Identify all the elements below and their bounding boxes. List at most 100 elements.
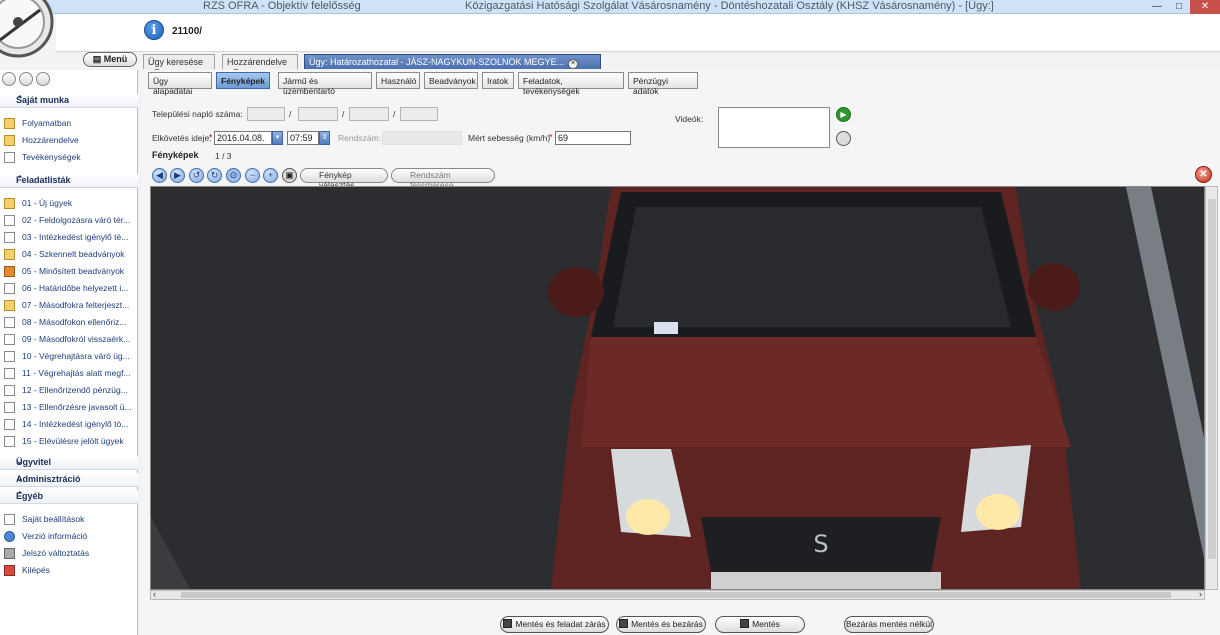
task-list-item[interactable]: 07 - Másodfokra felterjeszt... [4, 300, 136, 314]
close-without-saving-button[interactable]: Bezárás mentés nélkül [844, 616, 934, 633]
scroll-right-icon[interactable]: › [1199, 589, 1202, 599]
sidebar-item-version[interactable]: Verzió információ [4, 531, 136, 545]
info-icon[interactable]: i [144, 20, 164, 40]
next-photo-icon[interactable]: ▶ [170, 168, 185, 183]
folder-icon [4, 118, 15, 130]
vertical-scrollbar[interactable] [1205, 186, 1218, 590]
sidebar-item-assigned[interactable]: Hozzárendelve [4, 135, 136, 149]
tab-case-search[interactable]: Ügy keresése✕ [143, 54, 215, 79]
close-window-button[interactable]: ✕ [1190, 0, 1220, 14]
section-administration-flow[interactable]: Ügyvitel ⌄ [0, 456, 138, 470]
tab-submissions[interactable]: Beadványok [424, 72, 478, 89]
folder-icon [4, 198, 15, 210]
task-list-item[interactable]: 12 - Ellenőrizendő pénzüg... [4, 385, 136, 399]
previous-photo-icon[interactable]: ◀ [152, 168, 167, 183]
section-own-work[interactable]: Saját munka ⌃ [0, 94, 138, 108]
chevron-down-icon: ⌄ [16, 456, 24, 466]
sidebar-item-password[interactable]: Jelszó változtatás [4, 548, 136, 562]
scrollbar-thumb[interactable] [181, 592, 1171, 598]
sidebar-item-label: Hozzárendelve [22, 135, 79, 145]
save-video-icon[interactable] [836, 131, 851, 146]
task-list-item[interactable]: 14 - Intézkedést igénylő tö... [4, 419, 136, 433]
task-list-item[interactable]: 06 - Határidőbe helyezett i... [4, 283, 136, 297]
help-icon [4, 531, 15, 543]
back-icon[interactable] [2, 72, 16, 86]
sidebar-item-settings[interactable]: Saját beállítások [4, 514, 136, 528]
tab-photos[interactable]: Fényképek [216, 72, 270, 89]
time-spinner-icon[interactable]: ⇕ [319, 131, 330, 145]
calendar-dropdown-icon[interactable]: ▾ [272, 131, 283, 145]
task-list-item[interactable]: 01 - Új ügyek [4, 198, 136, 212]
minimize-button[interactable]: — [1146, 0, 1168, 14]
log-number-field-1[interactable] [247, 107, 285, 121]
tab-assigned[interactable]: Hozzárendelve✕ [222, 54, 298, 79]
plate-label: Rendszám: [338, 133, 381, 143]
tab-basic-data[interactable]: Ügy alapadatai [148, 72, 212, 96]
zoom-out-icon[interactable]: − [245, 168, 260, 183]
horizontal-scrollbar[interactable]: ‹ › [150, 589, 1205, 600]
task-list-item[interactable]: 03 - Intézkedést igénylő té... [4, 232, 136, 246]
recognize-plate-button[interactable]: Rendszám felismerése [391, 168, 495, 190]
tab-vehicle[interactable]: Jármű és üzembentartó [278, 72, 372, 96]
plate-field[interactable] [382, 131, 462, 145]
task-list-item[interactable]: 11 - Végrehajtás alatt megf... [4, 368, 136, 382]
task-list-label: 11 - Végrehajtás alatt megf... [22, 368, 131, 378]
date-field[interactable]: 2016.04.08. [214, 131, 272, 145]
video-list[interactable] [718, 107, 830, 148]
button-label: Bezárás mentés nélkül [846, 619, 932, 629]
close-tab-icon[interactable]: ✕ [568, 59, 579, 69]
task-list-item[interactable]: 09 - Másodfokról visszaérk... [4, 334, 136, 348]
rated-document-icon [4, 266, 15, 278]
task-list-item[interactable]: 10 - Végrehajtásra váró üg... [4, 351, 136, 365]
task-list-item[interactable]: 02 - Feldolgozásra váró tér... [4, 215, 136, 229]
task-list-item[interactable]: 08 - Másodfokon ellenőriz... [4, 317, 136, 331]
task-list-label: 06 - Határidőbe helyezett i... [22, 283, 129, 293]
tab-documents[interactable]: Iratok [482, 72, 514, 89]
app-logo [0, 0, 54, 58]
select-photo-button[interactable]: Fénykép választás [300, 168, 388, 190]
document-icon [4, 317, 15, 329]
section-other[interactable]: Egyéb ⌃ [0, 490, 138, 504]
required-mark: * [209, 132, 213, 142]
offence-time-label: Elkövetés ideje: [152, 133, 212, 143]
maximize-button[interactable]: □ [1168, 0, 1190, 14]
task-list-item[interactable]: 04 - Szkennelt beadványok [4, 249, 136, 263]
section-task-lists[interactable]: Feladatlisták ⌃ [0, 174, 138, 188]
save-photo-icon[interactable]: ▣ [282, 168, 297, 183]
section-administration[interactable]: Adminisztráció ⌄ [0, 473, 138, 487]
log-number-field-3[interactable] [349, 107, 389, 121]
refresh-icon[interactable] [19, 72, 33, 86]
save-and-close-button[interactable]: Mentés és bezárás [616, 616, 706, 633]
rotate-left-icon[interactable]: ↺ [189, 168, 204, 183]
speed-field[interactable]: 69 [555, 131, 631, 145]
chat-icon[interactable] [36, 72, 50, 86]
log-number-field-4[interactable] [400, 107, 438, 121]
log-number-field-2[interactable] [298, 107, 338, 121]
sidebar-item-activities[interactable]: Tevékenységek [4, 152, 136, 166]
save-close-task-button[interactable]: Mentés és feladat zárás [500, 616, 609, 633]
menu-button[interactable]: ▤ Menü [83, 52, 137, 67]
tab-decision[interactable]: Ügy: Határozathozatal - JÁSZ-NAGYKUN-SZO… [304, 54, 601, 69]
sidebar-item-in-progress[interactable]: Folyamatban [4, 118, 136, 132]
task-list-label: 15 - Elévülésre jelölt ügyek [22, 436, 124, 446]
task-list-label: 12 - Ellenőrizendő pénzüg... [22, 385, 128, 395]
time-field[interactable]: 07:59 [287, 131, 319, 145]
zoom-fit-icon[interactable]: ⊙ [226, 168, 241, 183]
tab-finance[interactable]: Pénzügyi adatok [628, 72, 698, 96]
sidebar-item-logout[interactable]: Kilépés [4, 565, 136, 579]
zoom-in-icon[interactable]: + [263, 168, 278, 183]
scrollbar-thumb[interactable] [1208, 199, 1216, 559]
task-list-item[interactable]: 15 - Elévülésre jelölt ügyek [4, 436, 136, 450]
play-icon[interactable]: ▶ [836, 107, 851, 122]
tab-tasks[interactable]: Feladatok, tevékenységek [518, 72, 624, 96]
close-photo-icon[interactable]: ✕ [1195, 166, 1212, 183]
task-list-item[interactable]: 05 - Minősített beadványok [4, 266, 136, 280]
task-list-item[interactable]: 13 - Ellenőrzésre javasolt ü... [4, 402, 136, 416]
document-icon [4, 419, 15, 431]
separator: / [342, 109, 345, 119]
scroll-left-icon[interactable]: ‹ [153, 589, 156, 599]
tab-user[interactable]: Használó [376, 72, 420, 89]
photo-counter: 1 / 3 [215, 151, 232, 161]
rotate-right-icon[interactable]: ↻ [207, 168, 222, 183]
save-button[interactable]: Mentés [715, 616, 805, 633]
